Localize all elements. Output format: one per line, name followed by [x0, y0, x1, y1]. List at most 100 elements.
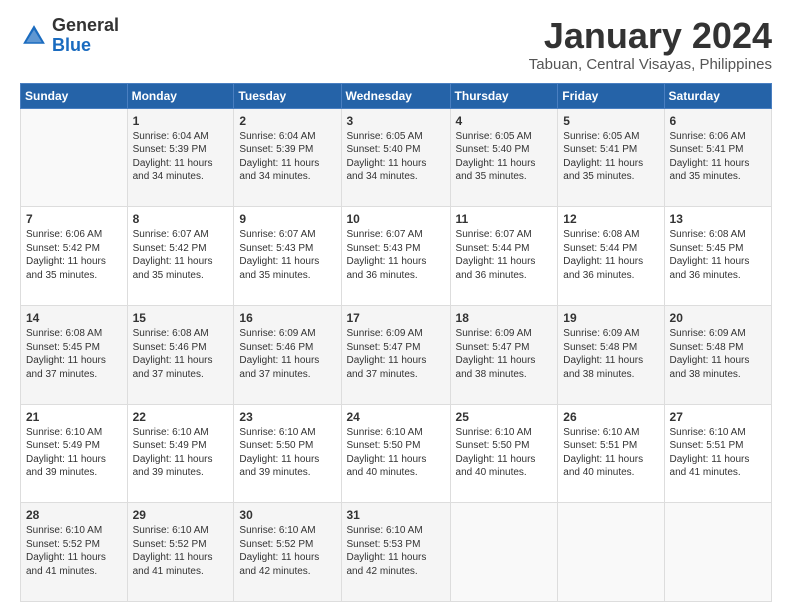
- calendar-header-friday: Friday: [558, 83, 664, 108]
- calendar-header-row: SundayMondayTuesdayWednesdayThursdayFrid…: [21, 83, 772, 108]
- calendar-header-tuesday: Tuesday: [234, 83, 341, 108]
- calendar-cell: 25Sunrise: 6:10 AMSunset: 5:50 PMDayligh…: [450, 404, 558, 503]
- day-info: Sunrise: 6:10 AMSunset: 5:51 PMDaylight:…: [563, 426, 659, 480]
- day-number: 27: [670, 409, 767, 425]
- calendar-cell: 2Sunrise: 6:04 AMSunset: 5:39 PMDaylight…: [234, 108, 341, 207]
- calendar-cell: 5Sunrise: 6:05 AMSunset: 5:41 PMDaylight…: [558, 108, 664, 207]
- calendar-week-5: 28Sunrise: 6:10 AMSunset: 5:52 PMDayligh…: [21, 503, 772, 602]
- day-number: 20: [670, 310, 767, 326]
- calendar-cell: 27Sunrise: 6:10 AMSunset: 5:51 PMDayligh…: [664, 404, 771, 503]
- logo-general: General: [52, 15, 119, 35]
- day-info: Sunrise: 6:10 AMSunset: 5:50 PMDaylight:…: [347, 426, 446, 480]
- calendar-cell: 17Sunrise: 6:09 AMSunset: 5:47 PMDayligh…: [341, 305, 450, 404]
- calendar-cell: 7Sunrise: 6:06 AMSunset: 5:42 PMDaylight…: [21, 207, 128, 306]
- day-number: 19: [563, 310, 659, 326]
- day-info: Sunrise: 6:08 AMSunset: 5:46 PMDaylight:…: [133, 327, 230, 381]
- day-number: 21: [26, 409, 123, 425]
- day-info: Sunrise: 6:05 AMSunset: 5:40 PMDaylight:…: [456, 130, 554, 184]
- day-number: 7: [26, 211, 123, 227]
- day-info: Sunrise: 6:10 AMSunset: 5:49 PMDaylight:…: [133, 426, 230, 480]
- calendar-header-sunday: Sunday: [21, 83, 128, 108]
- day-number: 31: [347, 507, 446, 523]
- day-info: Sunrise: 6:07 AMSunset: 5:42 PMDaylight:…: [133, 228, 230, 282]
- day-number: 24: [347, 409, 446, 425]
- calendar-cell: 23Sunrise: 6:10 AMSunset: 5:50 PMDayligh…: [234, 404, 341, 503]
- calendar-cell: [21, 108, 128, 207]
- calendar-cell: 22Sunrise: 6:10 AMSunset: 5:49 PMDayligh…: [127, 404, 234, 503]
- calendar-cell: [664, 503, 771, 602]
- day-number: 1: [133, 113, 230, 129]
- day-number: 11: [456, 211, 554, 227]
- day-number: 14: [26, 310, 123, 326]
- day-info: Sunrise: 6:10 AMSunset: 5:51 PMDaylight:…: [670, 426, 767, 480]
- logo-blue: Blue: [52, 35, 91, 55]
- calendar-cell: 30Sunrise: 6:10 AMSunset: 5:52 PMDayligh…: [234, 503, 341, 602]
- calendar-cell: 9Sunrise: 6:07 AMSunset: 5:43 PMDaylight…: [234, 207, 341, 306]
- day-info: Sunrise: 6:09 AMSunset: 5:47 PMDaylight:…: [456, 327, 554, 381]
- calendar-cell: 8Sunrise: 6:07 AMSunset: 5:42 PMDaylight…: [127, 207, 234, 306]
- calendar-cell: [558, 503, 664, 602]
- calendar-cell: 6Sunrise: 6:06 AMSunset: 5:41 PMDaylight…: [664, 108, 771, 207]
- calendar-header-wednesday: Wednesday: [341, 83, 450, 108]
- day-info: Sunrise: 6:09 AMSunset: 5:48 PMDaylight:…: [670, 327, 767, 381]
- calendar-header-saturday: Saturday: [664, 83, 771, 108]
- day-info: Sunrise: 6:07 AMSunset: 5:44 PMDaylight:…: [456, 228, 554, 282]
- calendar-cell: 20Sunrise: 6:09 AMSunset: 5:48 PMDayligh…: [664, 305, 771, 404]
- calendar-week-1: 1Sunrise: 6:04 AMSunset: 5:39 PMDaylight…: [21, 108, 772, 207]
- calendar-cell: 3Sunrise: 6:05 AMSunset: 5:40 PMDaylight…: [341, 108, 450, 207]
- day-number: 25: [456, 409, 554, 425]
- day-info: Sunrise: 6:10 AMSunset: 5:52 PMDaylight:…: [26, 524, 123, 578]
- day-number: 13: [670, 211, 767, 227]
- day-info: Sunrise: 6:07 AMSunset: 5:43 PMDaylight:…: [347, 228, 446, 282]
- day-number: 16: [239, 310, 336, 326]
- day-info: Sunrise: 6:10 AMSunset: 5:50 PMDaylight:…: [456, 426, 554, 480]
- day-number: 22: [133, 409, 230, 425]
- day-number: 10: [347, 211, 446, 227]
- calendar-cell: 24Sunrise: 6:10 AMSunset: 5:50 PMDayligh…: [341, 404, 450, 503]
- day-number: 12: [563, 211, 659, 227]
- day-info: Sunrise: 6:10 AMSunset: 5:50 PMDaylight:…: [239, 426, 336, 480]
- day-number: 6: [670, 113, 767, 129]
- day-number: 3: [347, 113, 446, 129]
- calendar-cell: 4Sunrise: 6:05 AMSunset: 5:40 PMDaylight…: [450, 108, 558, 207]
- logo-text: General Blue: [52, 16, 119, 56]
- day-info: Sunrise: 6:05 AMSunset: 5:41 PMDaylight:…: [563, 130, 659, 184]
- day-info: Sunrise: 6:05 AMSunset: 5:40 PMDaylight:…: [347, 130, 446, 184]
- day-number: 18: [456, 310, 554, 326]
- day-number: 15: [133, 310, 230, 326]
- calendar-cell: 31Sunrise: 6:10 AMSunset: 5:53 PMDayligh…: [341, 503, 450, 602]
- calendar-cell: 14Sunrise: 6:08 AMSunset: 5:45 PMDayligh…: [21, 305, 128, 404]
- logo: General Blue: [20, 16, 119, 56]
- day-number: 2: [239, 113, 336, 129]
- calendar-cell: 19Sunrise: 6:09 AMSunset: 5:48 PMDayligh…: [558, 305, 664, 404]
- day-number: 28: [26, 507, 123, 523]
- day-info: Sunrise: 6:06 AMSunset: 5:41 PMDaylight:…: [670, 130, 767, 184]
- calendar-cell: 11Sunrise: 6:07 AMSunset: 5:44 PMDayligh…: [450, 207, 558, 306]
- day-number: 8: [133, 211, 230, 227]
- calendar-cell: 12Sunrise: 6:08 AMSunset: 5:44 PMDayligh…: [558, 207, 664, 306]
- calendar-header-thursday: Thursday: [450, 83, 558, 108]
- day-number: 23: [239, 409, 336, 425]
- day-number: 5: [563, 113, 659, 129]
- day-info: Sunrise: 6:08 AMSunset: 5:45 PMDaylight:…: [670, 228, 767, 282]
- day-info: Sunrise: 6:10 AMSunset: 5:49 PMDaylight:…: [26, 426, 123, 480]
- day-number: 4: [456, 113, 554, 129]
- location: Tabuan, Central Visayas, Philippines: [529, 56, 772, 73]
- day-info: Sunrise: 6:04 AMSunset: 5:39 PMDaylight:…: [239, 130, 336, 184]
- day-number: 30: [239, 507, 336, 523]
- calendar-cell: 16Sunrise: 6:09 AMSunset: 5:46 PMDayligh…: [234, 305, 341, 404]
- calendar-cell: 28Sunrise: 6:10 AMSunset: 5:52 PMDayligh…: [21, 503, 128, 602]
- calendar-header-monday: Monday: [127, 83, 234, 108]
- calendar-cell: [450, 503, 558, 602]
- day-info: Sunrise: 6:07 AMSunset: 5:43 PMDaylight:…: [239, 228, 336, 282]
- calendar-cell: 26Sunrise: 6:10 AMSunset: 5:51 PMDayligh…: [558, 404, 664, 503]
- day-info: Sunrise: 6:08 AMSunset: 5:45 PMDaylight:…: [26, 327, 123, 381]
- page: General Blue January 2024 Tabuan, Centra…: [0, 0, 792, 612]
- calendar-cell: 18Sunrise: 6:09 AMSunset: 5:47 PMDayligh…: [450, 305, 558, 404]
- day-info: Sunrise: 6:09 AMSunset: 5:47 PMDaylight:…: [347, 327, 446, 381]
- day-number: 17: [347, 310, 446, 326]
- calendar-week-4: 21Sunrise: 6:10 AMSunset: 5:49 PMDayligh…: [21, 404, 772, 503]
- day-info: Sunrise: 6:04 AMSunset: 5:39 PMDaylight:…: [133, 130, 230, 184]
- calendar-cell: 21Sunrise: 6:10 AMSunset: 5:49 PMDayligh…: [21, 404, 128, 503]
- day-info: Sunrise: 6:10 AMSunset: 5:52 PMDaylight:…: [133, 524, 230, 578]
